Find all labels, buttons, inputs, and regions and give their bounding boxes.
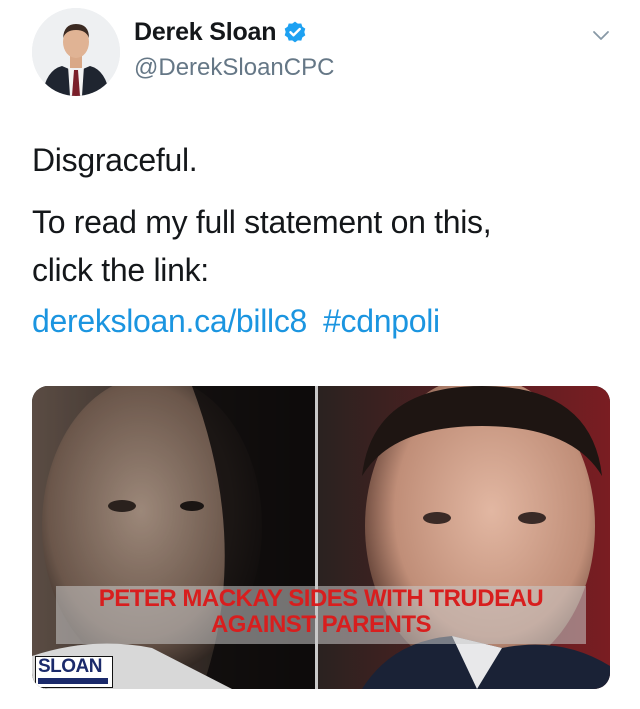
- media-headline: PETER MACKAY SIDES WITH TRUDEAU AGAINST …: [56, 586, 586, 644]
- avatar[interactable]: [32, 8, 120, 96]
- tweet-line: To read my full statement on this,: [32, 204, 492, 240]
- logo-tagline-bar: [38, 678, 108, 684]
- tweet-text: Disgraceful. To read my full statement o…: [32, 136, 612, 345]
- tweet-links: dereksloan.ca/billc8 #cdnpoli: [32, 297, 612, 345]
- author-display-name[interactable]: Derek Sloan: [134, 18, 277, 47]
- author-handle[interactable]: @DerekSloanCPC: [134, 54, 334, 82]
- tweet-line: click the link:: [32, 252, 209, 288]
- headline-line: PETER MACKAY SIDES WITH TRUDEAU: [98, 585, 544, 612]
- media-image[interactable]: PETER MACKAY SIDES WITH TRUDEAU AGAINST …: [32, 386, 610, 689]
- verified-badge-icon: [282, 20, 308, 46]
- avatar-photo-icon: [32, 8, 120, 96]
- headline-line: AGAINST PARENTS: [210, 611, 432, 638]
- tweet-card[interactable]: Derek Sloan @DerekSloanCPC Disgraceful. …: [0, 0, 640, 709]
- tweet-paragraph: Disgraceful.: [32, 142, 198, 178]
- hashtag-link[interactable]: #cdnpoli: [323, 303, 440, 339]
- chevron-down-icon[interactable]: [590, 24, 612, 46]
- statement-link[interactable]: dereksloan.ca/billc8: [32, 303, 307, 339]
- author-name-row[interactable]: Derek Sloan: [134, 18, 308, 47]
- sloan-logo: SLOAN: [35, 656, 113, 688]
- logo-text: SLOAN: [38, 656, 103, 677]
- tweet-paragraph: To read my full statement on this, click…: [32, 198, 612, 294]
